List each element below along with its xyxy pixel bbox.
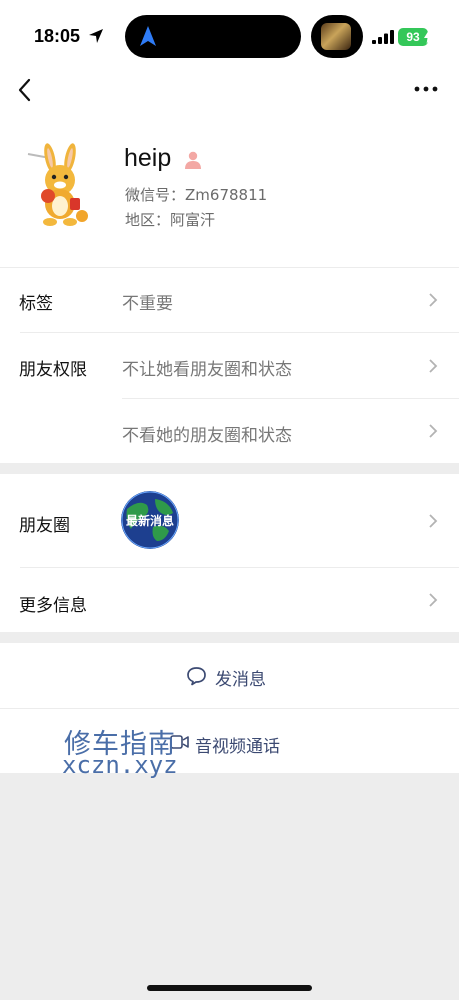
chevron-right-icon [429,424,438,438]
wechat-id-label: 微信号： [125,186,186,204]
divider [0,708,459,709]
dynamic-island[interactable] [125,15,301,58]
game-app-icon [321,23,351,50]
divider [0,267,459,268]
wechat-id-line: 微信号：Zm678811 [125,184,267,205]
permission-value-hide-mine: 不让她看朋友圈和状态 [122,360,292,380]
chat-bubble-icon [187,667,206,686]
region-line: 地区：阿富汗 [125,209,215,230]
nickname: heip [124,144,172,172]
tags-value: 不重要 [122,294,173,314]
signal-icon [372,30,394,44]
home-indicator[interactable] [147,985,312,991]
tags-label: 标签 [19,294,53,314]
wechat-id[interactable]: Zm678811 [185,186,267,204]
ellipsis-icon[interactable] [414,84,438,94]
send-message-label: 发消息 [215,670,266,690]
chevron-right-icon [429,359,438,373]
moments-thumbnail[interactable]: 最新消息 [121,491,179,549]
chevron-right-icon [429,293,438,307]
location-arrow-icon [89,29,103,43]
moments-thumb-text: 最新消息 [125,514,174,528]
permissions-label: 朋友权限 [19,360,87,380]
female-icon [185,151,201,169]
moments-label: 朋友圈 [19,516,70,536]
chevron-right-icon [429,514,438,528]
av-call-label: 音视频通话 [195,737,280,757]
divider [20,567,459,568]
chevron-left-icon[interactable] [14,76,36,104]
divider [20,332,459,333]
live-activity-app[interactable] [311,15,363,58]
charging-icon [424,30,432,44]
divider [122,398,459,399]
chevron-right-icon [429,593,438,607]
navigation-icon [140,26,156,46]
status-time: 18:05 [34,26,81,46]
watermark-url: xczn.xyz [62,751,178,779]
more-info-label: 更多信息 [19,596,87,616]
avatar[interactable] [20,140,104,230]
region: 阿富汗 [170,211,216,229]
profile-section [0,0,459,463]
region-label: 地区： [125,211,171,229]
permission-value-hide-theirs: 不看她的朋友圈和状态 [122,426,292,446]
